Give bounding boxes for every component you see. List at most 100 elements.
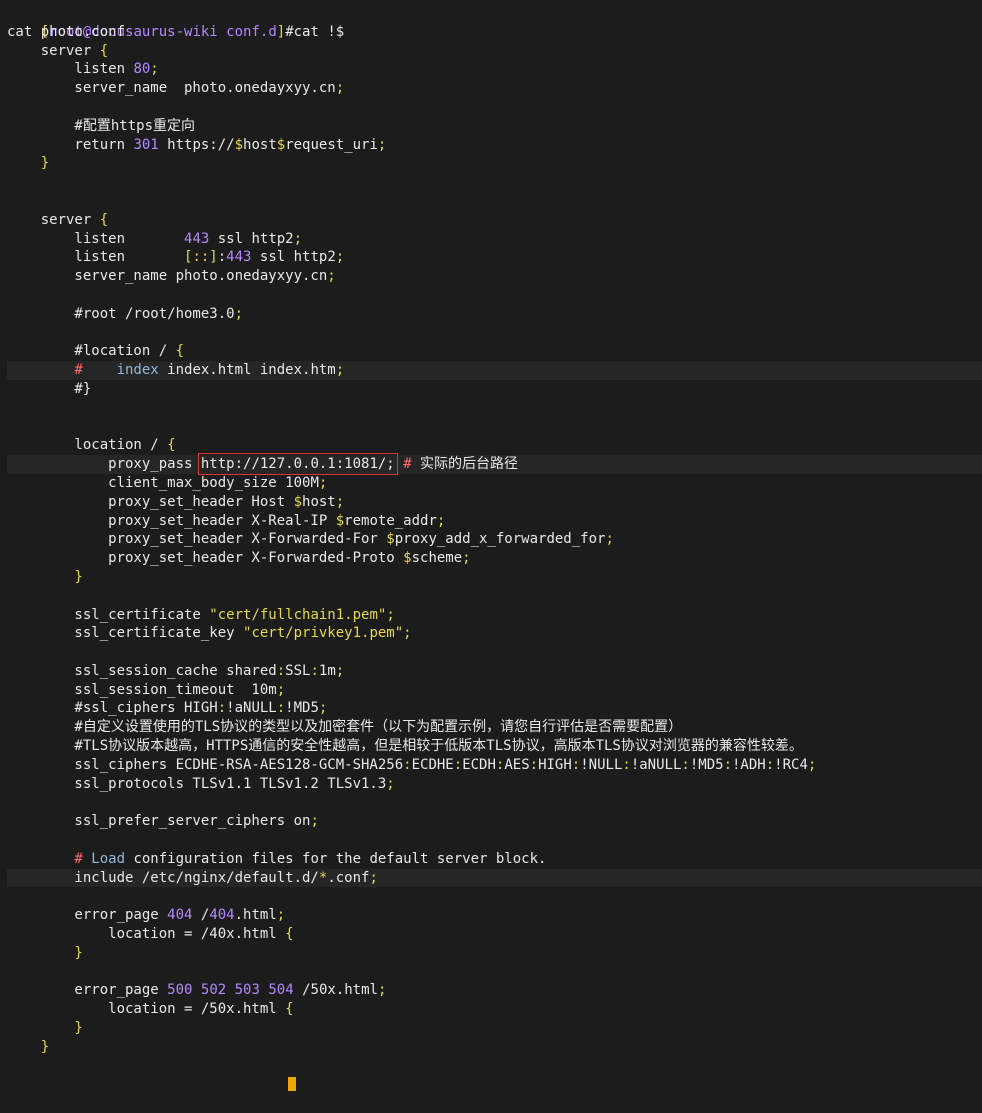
code-line: ssl_certificate "cert/fullchain1.pem"; (0, 606, 982, 625)
code-token: !NULL (580, 756, 623, 773)
code-token: cat photo.conf (7, 23, 126, 40)
code-line: include /etc/nginx/default.d/*.conf; (7, 868, 982, 888)
code-token: SSL (285, 662, 311, 679)
code-token: 301 (133, 136, 159, 153)
code-token: # (7, 362, 83, 379)
code-token: $ (403, 550, 412, 567)
terminal-window[interactable]: [root@docusaurus-wiki conf.d]#cat !$ cat… (0, 0, 982, 1092)
code-token: # (403, 456, 412, 473)
code-line: proxy_set_header X-Real-IP $remote_addr; (0, 512, 982, 531)
code-token: { (285, 1001, 294, 1018)
code-token: Load (91, 850, 126, 867)
code-token: 503 (234, 982, 260, 999)
code-line: client_max_body_size 100M; (0, 474, 982, 493)
code-token: !ADH (732, 756, 766, 773)
code-token: listen (7, 230, 185, 247)
code-token: server_name photo.onedayxyy.cn (7, 268, 328, 285)
code-token: { (175, 343, 185, 360)
code-line: #自定义设置使用的TLS协议的类型以及加密套件（以下为配置示例，请您自行评估是否… (0, 718, 982, 737)
code-token: host (243, 136, 277, 153)
code-line: location = /50x.html { (0, 1000, 982, 1019)
code-line: ssl_protocols TLSv1.1 TLSv1.2 TLSv1.3; (0, 775, 982, 794)
code-token: 443 (184, 230, 210, 247)
code-token: error_page (7, 982, 168, 999)
code-token: #location / (7, 343, 176, 360)
code-token: location = /40x.html (7, 926, 286, 943)
code-token: ; (605, 531, 614, 548)
code-token: listen (7, 61, 134, 78)
code-token: server (7, 42, 100, 59)
code-token: ssl_session_timeout 10m (7, 681, 277, 698)
code-token: "cert/privkey1.pem" (243, 625, 404, 642)
code-token: proxy_set_header X-Forwarded-Proto (7, 550, 404, 567)
code-token: } (7, 1038, 50, 1055)
code-token: /50x.html (293, 982, 378, 999)
code-token: https:// (158, 136, 235, 153)
code-token: ssl_certificate_key (7, 625, 244, 642)
code-token: ; (335, 362, 345, 379)
code-token: : (217, 249, 227, 266)
code-line: server { (0, 211, 982, 230)
code-token: ; (335, 493, 345, 510)
code-token: 502 (200, 982, 227, 999)
code-token: remote_addr (344, 512, 437, 529)
code-token: ; (335, 249, 345, 266)
code-token: ; (335, 80, 345, 97)
code-token: { (167, 437, 176, 454)
code-line: ssl_session_timeout 10m; (0, 681, 982, 700)
code-token: ; (377, 136, 387, 153)
code-token: #ssl_ciphers HIGH (7, 700, 218, 717)
code-token: proxy_set_header X-Forwarded-For (7, 531, 387, 548)
code-line: server { (0, 42, 982, 61)
code-token: } (7, 155, 50, 172)
code-token: : (403, 756, 412, 773)
code-token: { (285, 926, 294, 943)
code-line: proxy_set_header Host $host; (0, 493, 982, 512)
code-token: !aNULL (630, 756, 682, 773)
code-token: : (681, 756, 690, 773)
code-token: ; (386, 606, 395, 623)
code-token: ; (369, 869, 378, 886)
code-token: #root /root/home3.0 (7, 305, 235, 322)
code-token: .html (234, 907, 277, 924)
code-token: proxy_set_header X-Real-IP (7, 512, 336, 529)
code-token: #} (7, 380, 92, 397)
code-line: listen 443 ssl http2; (0, 230, 982, 249)
code-token: : (571, 756, 581, 773)
code-token: ; (318, 700, 328, 717)
code-token: #TLS协议版本越高，HTTPS通信的安全性越高，但是相较于低版本TLS协议，高… (7, 738, 803, 755)
code-token: 100M (285, 474, 319, 491)
code-token: request_uri (285, 136, 378, 153)
prompt-line: [root@docusaurus-wiki conf.d]#cat !$ (0, 4, 982, 40)
code-token: #自定义设置使用的TLS协议的类型以及加密套件（以下为配置示例，请您自行评估是否… (7, 719, 683, 736)
code-token: : (310, 662, 319, 679)
cursor-line (0, 1057, 982, 1092)
code-line: ssl_prefer_server_ciphers on; (0, 812, 982, 831)
code-line: error_page 500 502 503 504 /50x.html; (0, 981, 982, 1000)
code-token: ; (150, 61, 159, 78)
code-token: 443 (226, 249, 252, 266)
code-token: [::] (184, 249, 218, 266)
code-line: cat photo.conf (0, 23, 982, 42)
code-token: 404 (167, 907, 193, 924)
code-token: ; (403, 625, 412, 642)
code-token: server_name photo.onedayxyy.cn (7, 80, 336, 97)
code-token: ; (462, 550, 471, 567)
code-token: ; (318, 474, 328, 491)
code-token: proxy_set_header Host (7, 493, 294, 510)
code-line: } (0, 944, 982, 963)
code-token: HIGH (538, 756, 572, 773)
code-token: ; (293, 230, 303, 247)
code-line: ssl_session_cache shared:SSL:1m; (0, 662, 982, 681)
